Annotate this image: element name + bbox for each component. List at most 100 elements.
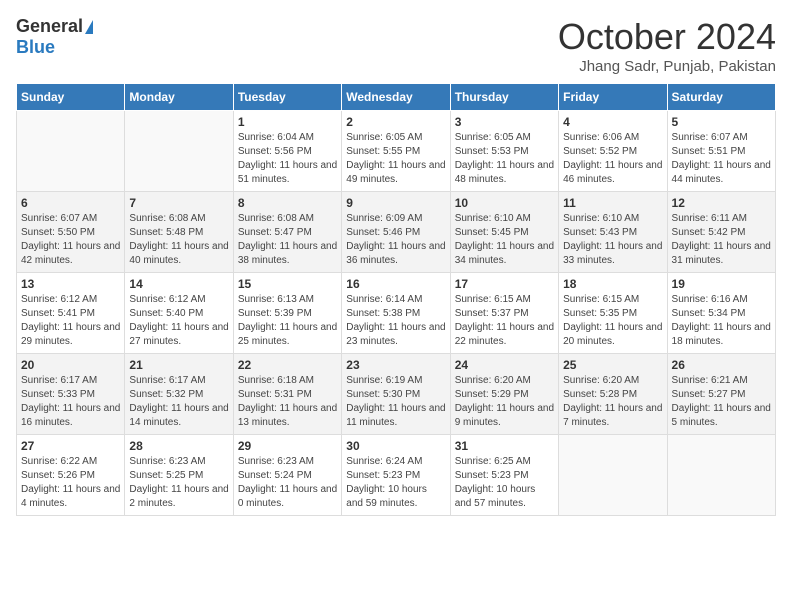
calendar-cell: 4 Sunrise: 6:06 AM Sunset: 5:52 PM Daylig… xyxy=(559,111,667,192)
calendar-header-friday: Friday xyxy=(559,84,667,111)
day-number: 11 xyxy=(563,196,662,210)
calendar-cell: 3Sunrise: 6:05 AM Sunset: 5:53 PM Daylig… xyxy=(450,111,558,192)
day-number: 16 xyxy=(346,277,445,291)
calendar-header-row: SundayMondayTuesdayWednesdayThursdayFrid… xyxy=(17,84,776,111)
day-number: 19 xyxy=(672,277,771,291)
day-info: Sunrise: 6:09 AM Sunset: 5:46 PM Dayligh… xyxy=(346,212,445,268)
calendar-cell: 19 Sunrise: 6:16 AM Sunset: 5:34 PM Dayli… xyxy=(667,273,775,354)
day-number: 27 xyxy=(21,439,120,453)
calendar-cell: 14 Sunrise: 6:12 AM Sunset: 5:40 PM Dayli… xyxy=(125,273,233,354)
calendar-cell: 6 Sunrise: 6:07 AM Sunset: 5:50 PM Daylig… xyxy=(17,192,125,273)
location-subtitle: Jhang Sadr, Punjab, Pakistan xyxy=(558,58,776,75)
day-info: Sunrise: 6:13 AM Sunset: 5:39 PM Dayligh… xyxy=(238,293,337,349)
day-number: 13 xyxy=(21,277,120,291)
calendar-header-tuesday: Tuesday xyxy=(233,84,341,111)
calendar-week-row: 20 Sunrise: 6:17 AM Sunset: 5:33 PM Dayli… xyxy=(17,354,776,435)
day-number: 9 xyxy=(346,196,445,210)
calendar-cell: 10 Sunrise: 6:10 AM Sunset: 5:45 PM Dayli… xyxy=(450,192,558,273)
calendar-week-row: 1 Sunrise: 6:04 AM Sunset: 5:56 PM Daylig… xyxy=(17,111,776,192)
day-info: Sunrise: 6:05 AM Sunset: 5:53 PM Dayligh… xyxy=(455,131,554,187)
calendar-cell: 29Sunrise: 6:23 AM Sunset: 5:24 PM Dayli… xyxy=(233,435,341,516)
day-info: Sunrise: 6:06 AM Sunset: 5:52 PM Dayligh… xyxy=(563,131,662,187)
calendar-cell: 9 Sunrise: 6:09 AM Sunset: 5:46 PM Daylig… xyxy=(342,192,450,273)
day-info: Sunrise: 6:19 AM Sunset: 5:30 PM Dayligh… xyxy=(346,374,445,430)
calendar-cell: 27 Sunrise: 6:22 AM Sunset: 5:26 PM Dayli… xyxy=(17,435,125,516)
day-info: Sunrise: 6:17 AM Sunset: 5:32 PM Dayligh… xyxy=(129,374,228,430)
calendar-header-monday: Monday xyxy=(125,84,233,111)
day-number: 24 xyxy=(455,358,554,372)
day-number: 18 xyxy=(563,277,662,291)
day-number: 12 xyxy=(672,196,771,210)
calendar-cell xyxy=(667,435,775,516)
month-title: October 2024 xyxy=(558,16,776,58)
day-number: 22 xyxy=(238,358,337,372)
day-info: Sunrise: 6:20 AM Sunset: 5:29 PM Dayligh… xyxy=(455,374,554,430)
title-section: October 2024 Jhang Sadr, Punjab, Pakista… xyxy=(558,16,776,75)
calendar-cell: 12 Sunrise: 6:11 AM Sunset: 5:42 PM Dayli… xyxy=(667,192,775,273)
day-number: 15 xyxy=(238,277,337,291)
calendar-cell: 21 Sunrise: 6:17 AM Sunset: 5:32 PM Dayli… xyxy=(125,354,233,435)
page-header: General Blue October 2024 Jhang Sadr, Pu… xyxy=(16,16,776,75)
day-info: Sunrise: 6:10 AM Sunset: 5:45 PM Dayligh… xyxy=(455,212,554,268)
logo: General Blue xyxy=(16,16,93,58)
logo-blue-text: Blue xyxy=(16,37,55,58)
calendar-header-saturday: Saturday xyxy=(667,84,775,111)
day-info: Sunrise: 6:15 AM Sunset: 5:35 PM Dayligh… xyxy=(563,293,662,349)
day-number: 8 xyxy=(238,196,337,210)
calendar-cell: 8Sunrise: 6:08 AM Sunset: 5:47 PM Daylig… xyxy=(233,192,341,273)
day-info: Sunrise: 6:12 AM Sunset: 5:40 PM Dayligh… xyxy=(129,293,228,349)
calendar-week-row: 6 Sunrise: 6:07 AM Sunset: 5:50 PM Daylig… xyxy=(17,192,776,273)
calendar-cell: 2Sunrise: 6:05 AM Sunset: 5:55 PM Daylig… xyxy=(342,111,450,192)
calendar-cell: 11 Sunrise: 6:10 AM Sunset: 5:43 PM Dayli… xyxy=(559,192,667,273)
day-number: 14 xyxy=(129,277,228,291)
day-info: Sunrise: 6:04 AM Sunset: 5:56 PM Dayligh… xyxy=(238,131,337,187)
day-info: Sunrise: 6:21 AM Sunset: 5:27 PM Dayligh… xyxy=(672,374,771,430)
day-number: 20 xyxy=(21,358,120,372)
day-info: Sunrise: 6:11 AM Sunset: 5:42 PM Dayligh… xyxy=(672,212,771,268)
calendar-cell xyxy=(17,111,125,192)
day-number: 10 xyxy=(455,196,554,210)
day-info: Sunrise: 6:12 AM Sunset: 5:41 PM Dayligh… xyxy=(21,293,120,349)
day-info: Sunrise: 6:14 AM Sunset: 5:38 PM Dayligh… xyxy=(346,293,445,349)
calendar-cell: 30 Sunrise: 6:24 AM Sunset: 5:23 PM Dayli… xyxy=(342,435,450,516)
day-info: Sunrise: 6:25 AM Sunset: 5:23 PM Dayligh… xyxy=(455,455,554,511)
calendar-header-thursday: Thursday xyxy=(450,84,558,111)
day-number: 29 xyxy=(238,439,337,453)
day-info: Sunrise: 6:23 AM Sunset: 5:25 PM Dayligh… xyxy=(129,455,228,511)
day-number: 30 xyxy=(346,439,445,453)
day-number: 25 xyxy=(563,358,662,372)
calendar-cell: 18 Sunrise: 6:15 AM Sunset: 5:35 PM Dayli… xyxy=(559,273,667,354)
calendar-cell: 16 Sunrise: 6:14 AM Sunset: 5:38 PM Dayli… xyxy=(342,273,450,354)
calendar-cell: 5 Sunrise: 6:07 AM Sunset: 5:51 PM Daylig… xyxy=(667,111,775,192)
day-number: 6 xyxy=(21,196,120,210)
day-info: Sunrise: 6:08 AM Sunset: 5:48 PM Dayligh… xyxy=(129,212,228,268)
day-number: 4 xyxy=(563,115,662,129)
calendar-cell: 26 Sunrise: 6:21 AM Sunset: 5:27 PM Dayli… xyxy=(667,354,775,435)
calendar-cell: 22Sunrise: 6:18 AM Sunset: 5:31 PM Dayli… xyxy=(233,354,341,435)
calendar-cell xyxy=(125,111,233,192)
day-info: Sunrise: 6:17 AM Sunset: 5:33 PM Dayligh… xyxy=(21,374,120,430)
calendar-week-row: 27 Sunrise: 6:22 AM Sunset: 5:26 PM Dayli… xyxy=(17,435,776,516)
calendar-cell: 1 Sunrise: 6:04 AM Sunset: 5:56 PM Daylig… xyxy=(233,111,341,192)
day-info: Sunrise: 6:16 AM Sunset: 5:34 PM Dayligh… xyxy=(672,293,771,349)
calendar-cell: 13 Sunrise: 6:12 AM Sunset: 5:41 PM Dayli… xyxy=(17,273,125,354)
day-info: Sunrise: 6:05 AM Sunset: 5:55 PM Dayligh… xyxy=(346,131,445,187)
day-number: 26 xyxy=(672,358,771,372)
day-info: Sunrise: 6:22 AM Sunset: 5:26 PM Dayligh… xyxy=(21,455,120,511)
calendar-cell: 17Sunrise: 6:15 AM Sunset: 5:37 PM Dayli… xyxy=(450,273,558,354)
calendar-cell: 24 Sunrise: 6:20 AM Sunset: 5:29 PM Dayli… xyxy=(450,354,558,435)
day-info: Sunrise: 6:07 AM Sunset: 5:50 PM Dayligh… xyxy=(21,212,120,268)
day-number: 7 xyxy=(129,196,228,210)
calendar-cell xyxy=(559,435,667,516)
calendar-header-wednesday: Wednesday xyxy=(342,84,450,111)
calendar-header-sunday: Sunday xyxy=(17,84,125,111)
day-info: Sunrise: 6:07 AM Sunset: 5:51 PM Dayligh… xyxy=(672,131,771,187)
day-number: 1 xyxy=(238,115,337,129)
day-number: 28 xyxy=(129,439,228,453)
day-number: 5 xyxy=(672,115,771,129)
day-info: Sunrise: 6:24 AM Sunset: 5:23 PM Dayligh… xyxy=(346,455,445,511)
day-info: Sunrise: 6:10 AM Sunset: 5:43 PM Dayligh… xyxy=(563,212,662,268)
calendar-cell: 20 Sunrise: 6:17 AM Sunset: 5:33 PM Dayli… xyxy=(17,354,125,435)
day-number: 21 xyxy=(129,358,228,372)
calendar-week-row: 13 Sunrise: 6:12 AM Sunset: 5:41 PM Dayli… xyxy=(17,273,776,354)
